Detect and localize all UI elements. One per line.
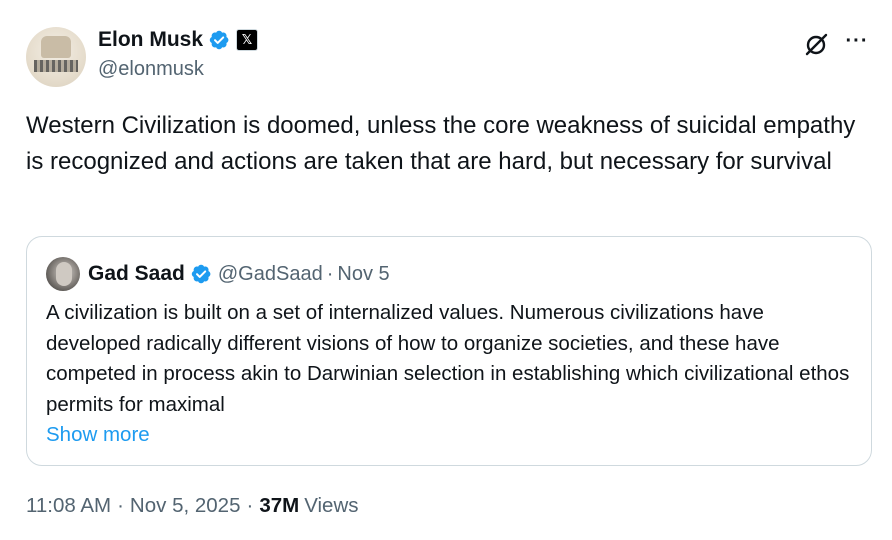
- views-count[interactable]: 37M: [259, 494, 299, 518]
- meta-separator: ·: [117, 494, 124, 517]
- tweet-time[interactable]: 11:08 AM: [26, 494, 111, 518]
- quoted-author-avatar[interactable]: [46, 257, 80, 291]
- author-display-name[interactable]: Elon Musk: [98, 28, 203, 52]
- more-options-icon[interactable]: ···: [844, 28, 870, 54]
- tweet-text: Western Civilization is doomed, unless t…: [26, 112, 856, 175]
- author-avatar[interactable]: [26, 27, 86, 87]
- x-affiliate-badge-icon[interactable]: 𝕏: [236, 29, 259, 51]
- quoted-tweet[interactable]: Gad Saad @GadSaad · Nov 5 A civilization…: [26, 236, 872, 466]
- verified-badge-icon: [190, 263, 212, 285]
- author-handle[interactable]: @elonmusk: [98, 58, 258, 81]
- author-name-row: Elon Musk 𝕏: [98, 26, 259, 54]
- quoted-separator: ·: [326, 262, 334, 285]
- avatar-image-base: [34, 60, 78, 72]
- quoted-tweet-text: A civilization is built on a set of inte…: [46, 301, 850, 416]
- tweet-meta: 11:08 AM · Nov 5, 2025 · 37M Views: [26, 492, 359, 520]
- verified-badge-icon[interactable]: [208, 29, 230, 51]
- quoted-avatar-face: [56, 262, 72, 286]
- show-more-link[interactable]: Show more: [46, 420, 856, 451]
- tweet-header: Elon Musk 𝕏 @elonmusk ···: [26, 25, 867, 87]
- quoted-tweet-body: A civilization is built on a set of inte…: [46, 298, 856, 451]
- quoted-author-display-name[interactable]: Gad Saad: [88, 262, 185, 286]
- author-names: Elon Musk 𝕏 @elonmusk: [98, 26, 259, 81]
- views-label[interactable]: Views: [304, 494, 358, 518]
- grok-icon[interactable]: [804, 31, 830, 57]
- tweet-date[interactable]: Nov 5, 2025: [130, 494, 241, 518]
- meta-separator: ·: [246, 494, 254, 517]
- quoted-author-handle[interactable]: @GadSaad: [218, 263, 323, 286]
- tweet-card: Elon Musk 𝕏 @elonmusk ··· Western Civili…: [0, 0, 892, 540]
- quoted-tweet-header: Gad Saad @GadSaad · Nov 5: [46, 257, 390, 291]
- quoted-tweet-date[interactable]: Nov 5: [337, 263, 389, 286]
- avatar-image-top: [41, 36, 71, 58]
